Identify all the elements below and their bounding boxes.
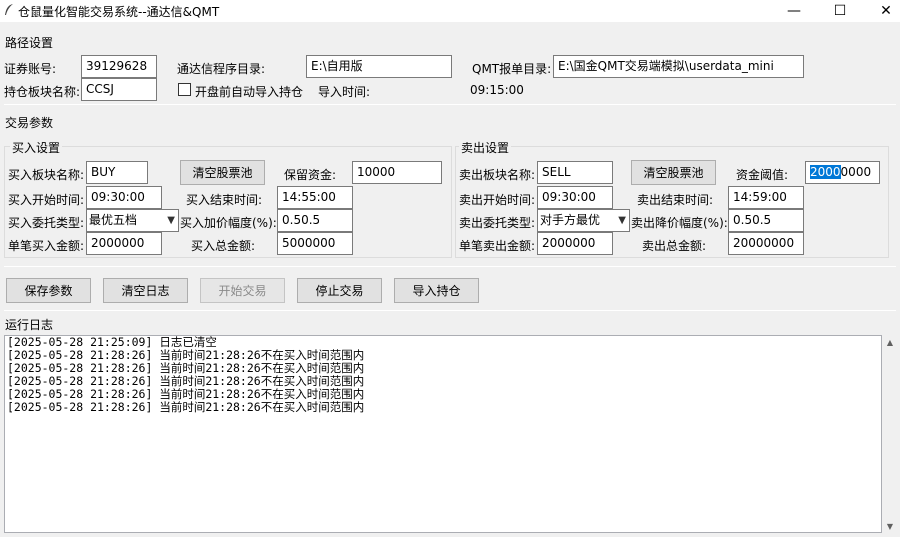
- log-scrollbar[interactable]: ▲ ▼: [882, 335, 898, 533]
- buy-end-label: 买入结束时间:: [186, 193, 263, 207]
- run-log-title: 运行日志: [5, 318, 54, 332]
- sell-block-field[interactable]: SELL: [537, 161, 613, 184]
- sell-order-type-value: 对手方最优: [540, 213, 601, 227]
- arrow-down-icon[interactable]: ▼: [882, 519, 898, 533]
- buy-block-label: 买入板块名称:: [8, 168, 85, 182]
- buy-single-amount-label: 单笔买入金额:: [8, 239, 85, 253]
- buy-order-type-select[interactable]: 最优五档 ▼: [86, 209, 179, 232]
- buy-total-amount-field[interactable]: 5000000: [277, 232, 353, 255]
- holding-block-field[interactable]: CCSJ: [81, 78, 157, 101]
- buy-start-label: 买入开始时间:: [8, 193, 85, 207]
- qmt-dir-label: QMT报单目录:: [472, 62, 552, 76]
- account-label: 证券账号:: [4, 62, 57, 76]
- sell-markdown-field[interactable]: 0.50.5: [728, 209, 804, 232]
- threshold-rest-text: 0000: [840, 165, 872, 179]
- threshold-field[interactable]: 20000000: [805, 161, 880, 184]
- auto-import-label: 开盘前自动导入持仓: [195, 85, 304, 99]
- stop-trading-button[interactable]: 停止交易: [297, 278, 382, 303]
- path-settings-title: 路径设置: [5, 36, 54, 50]
- trade-params-title: 交易参数: [5, 116, 54, 130]
- sell-total-amount-field[interactable]: 20000000: [728, 232, 804, 255]
- start-trading-button[interactable]: 开始交易: [200, 278, 285, 303]
- sell-end-field[interactable]: 14:59:00: [728, 186, 804, 209]
- buy-total-amount-label: 买入总金额:: [191, 239, 256, 253]
- reserve-funds-label: 保留资金:: [284, 168, 337, 182]
- sell-end-label: 卖出结束时间:: [637, 193, 714, 207]
- maximize-button[interactable]: ☐: [817, 0, 863, 22]
- import-holding-button[interactable]: 导入持仓: [394, 278, 479, 303]
- sell-single-amount-field[interactable]: 2000000: [537, 232, 613, 255]
- holding-block-label: 持仓板块名称:: [4, 85, 81, 99]
- buy-block-field[interactable]: BUY: [86, 161, 148, 184]
- feather-icon: [5, 4, 13, 15]
- arrow-up-icon[interactable]: ▲: [882, 335, 898, 349]
- buy-markup-field[interactable]: 0.50.5: [277, 209, 353, 232]
- buy-order-type-value: 最优五档: [89, 213, 138, 227]
- minimize-button[interactable]: —: [771, 0, 817, 22]
- chevron-down-icon: ▼: [618, 215, 626, 226]
- close-button[interactable]: ✕: [863, 0, 900, 22]
- sell-markdown-label: 卖出降价幅度(%):: [631, 216, 728, 230]
- tdx-dir-label: 通达信程序目录:: [177, 62, 266, 76]
- sell-clear-pool-button[interactable]: 清空股票池: [631, 160, 716, 185]
- sell-settings-title: 卖出设置: [459, 139, 512, 156]
- sell-order-type-label: 卖出委托类型:: [459, 216, 536, 230]
- buy-start-field[interactable]: 09:30:00: [86, 186, 162, 209]
- log-line: [2025-05-28 21:28:26] 当前时间21:28:26不在买入时间…: [7, 400, 365, 414]
- threshold-label: 资金阈值:: [736, 168, 789, 182]
- sell-start-field[interactable]: 09:30:00: [537, 186, 613, 209]
- window-title: 仓鼠量化智能交易系统--通达信&QMT: [18, 5, 220, 19]
- divider: [4, 310, 896, 311]
- sell-start-label: 卖出开始时间:: [459, 193, 536, 207]
- buy-clear-pool-button[interactable]: 清空股票池: [180, 160, 265, 185]
- qmt-dir-field[interactable]: E:\国金QMT交易端模拟\userdata_mini: [553, 55, 804, 78]
- sell-total-amount-label: 卖出总金额:: [642, 239, 707, 253]
- sell-order-type-select[interactable]: 对手方最优 ▼: [537, 209, 630, 232]
- reserve-funds-field[interactable]: 10000: [352, 161, 442, 184]
- buy-markup-label: 买入加价幅度(%):: [180, 216, 277, 230]
- import-time-label: 导入时间:: [318, 85, 371, 99]
- clear-log-button[interactable]: 清空日志: [103, 278, 188, 303]
- save-params-button[interactable]: 保存参数: [6, 278, 91, 303]
- sell-block-label: 卖出板块名称:: [459, 168, 536, 182]
- title-bar: 仓鼠量化智能交易系统--通达信&QMT — ☐ ✕: [0, 0, 900, 22]
- buy-single-amount-field[interactable]: 2000000: [86, 232, 162, 255]
- import-time-value: 09:15:00: [470, 83, 524, 97]
- threshold-selected-text: 2000: [810, 165, 841, 179]
- buy-order-type-label: 买入委托类型:: [8, 216, 85, 230]
- account-field[interactable]: 39129628: [81, 55, 157, 78]
- buy-end-field[interactable]: 14:55:00: [277, 186, 353, 209]
- auto-import-checkbox[interactable]: [178, 83, 191, 96]
- run-log-textarea[interactable]: [2025-05-28 21:25:09] 日志已清空 [2025-05-28 …: [4, 335, 882, 533]
- tdx-dir-field[interactable]: E:\自用版: [306, 55, 452, 78]
- sell-single-amount-label: 单笔卖出金额:: [459, 239, 536, 253]
- chevron-down-icon: ▼: [167, 215, 175, 226]
- buy-settings-title: 买入设置: [10, 139, 63, 156]
- divider: [4, 104, 896, 105]
- divider: [4, 266, 896, 267]
